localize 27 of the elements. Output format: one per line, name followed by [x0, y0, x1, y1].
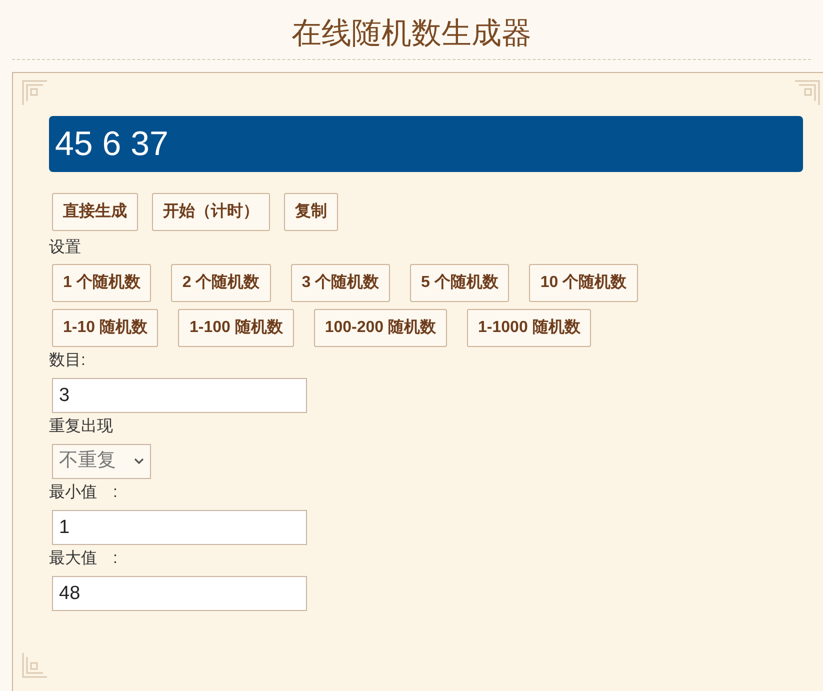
corner-ornament-icon	[21, 79, 49, 107]
preset-button[interactable]: 100-200 随机数	[314, 309, 448, 347]
preset-button[interactable]: 1 个随机数	[52, 264, 152, 302]
page-title: 在线随机数生成器	[292, 15, 532, 53]
preset-button[interactable]: 5 个随机数	[410, 264, 510, 302]
preset-button[interactable]: 10 个随机数	[529, 264, 638, 302]
input-field[interactable]: 48	[52, 576, 307, 611]
result-display: 45 6 37	[49, 116, 803, 172]
preset-button[interactable]: 1-10 随机数	[52, 309, 158, 347]
preset-button[interactable]: 3 个随机数	[290, 264, 390, 302]
action-button[interactable]: 复制	[284, 193, 338, 231]
preset-button[interactable]: 1-100 随机数	[178, 309, 294, 347]
corner-ornament-icon	[21, 651, 49, 679]
repeat-dropdown[interactable]: 不重复	[52, 444, 151, 479]
action-button[interactable]: 开始（计时）	[152, 193, 270, 231]
field-label: 数目:	[49, 351, 86, 371]
chevron-down-icon	[134, 458, 144, 465]
input-field[interactable]: 3	[52, 378, 307, 413]
field-label: 重复出现	[49, 417, 114, 437]
preset-button[interactable]: 2 个随机数	[171, 264, 271, 302]
field-label: 最小值 :	[49, 483, 118, 503]
preset-button[interactable]: 1-1000 随机数	[467, 309, 592, 347]
input-field[interactable]: 1	[52, 510, 307, 545]
settings-label: 设置	[49, 238, 82, 258]
action-button[interactable]: 直接生成	[52, 193, 138, 231]
field-label: 最大值 :	[49, 549, 118, 569]
corner-ornament-icon	[793, 79, 821, 107]
